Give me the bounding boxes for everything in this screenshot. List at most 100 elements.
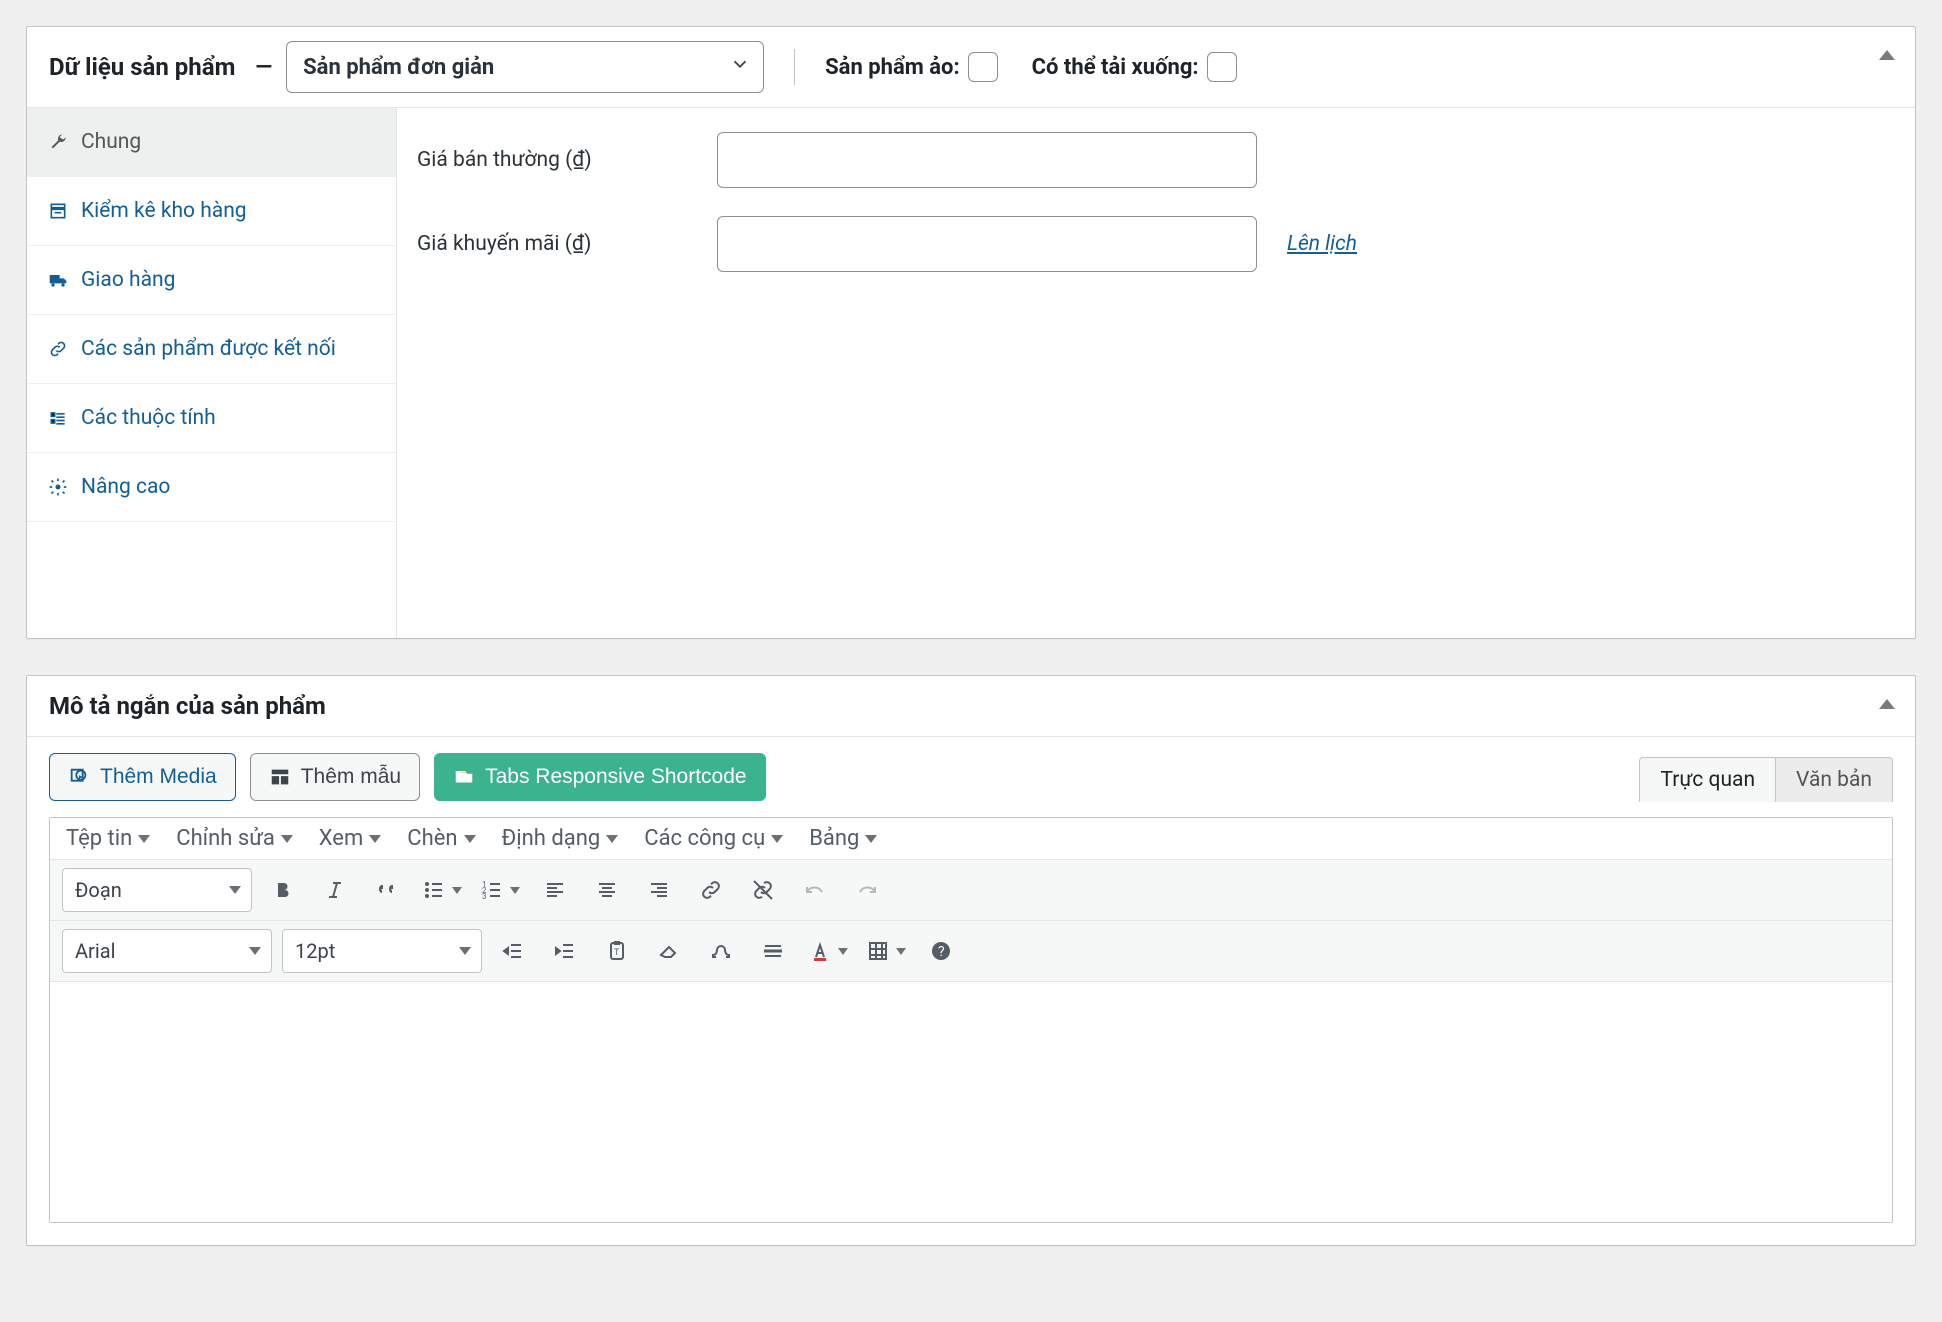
help-button[interactable] [920,930,962,972]
chevron-down-icon [281,835,293,843]
editor-toolbar-1: Đoạn [50,860,1892,921]
add-media-label: Thêm Media [100,765,217,789]
gear-icon [47,477,69,497]
editor-tab-visual[interactable]: Trực quan [1639,757,1775,802]
tabs-shortcode-label: Tabs Responsive Shortcode [485,765,747,789]
tab-shipping-label: Giao hàng [81,268,175,292]
tinymce-editor: Tệp tin Chỉnh sửa Xem Chèn Định dạng Các… [49,817,1893,1223]
font-family-select[interactable]: Arial [62,929,272,973]
menu-table[interactable]: Bảng [809,826,877,851]
paste-text-button[interactable] [596,930,638,972]
font-family-value: Arial [75,939,115,963]
link-button[interactable] [690,869,732,911]
outdent-button[interactable] [492,930,534,972]
triangle-up-icon [1879,699,1895,709]
product-data-tabs: Chung Kiểm kê kho hàng Giao hàng Các sản… [27,108,397,638]
collapse-toggle[interactable] [1869,37,1905,73]
editor-tab-text-label: Văn bản [1796,768,1872,792]
downloadable-checkbox-wrap[interactable]: Có thể tải xuống: [1032,52,1237,82]
schedule-link[interactable]: Lên lịch [1287,232,1357,256]
editor-tab-text[interactable]: Văn bản [1775,757,1893,802]
tabs-icon [453,766,475,788]
font-size-value: 12pt [295,939,335,963]
chevron-down-icon [229,886,241,894]
menu-edit[interactable]: Chỉnh sửa [176,826,293,851]
menu-tools[interactable]: Các công cụ [644,826,783,851]
virtual-checkbox[interactable] [968,52,998,82]
undo-button[interactable] [794,869,836,911]
add-template-button[interactable]: Thêm mẫu [250,753,420,801]
tab-inventory-label: Kiểm kê kho hàng [81,199,247,223]
editor-mode-tabs: Trực quan Văn bản [1639,757,1893,802]
table-button[interactable] [862,930,910,972]
regular-price-input[interactable] [717,132,1257,188]
horizontal-rule-button[interactable] [752,930,794,972]
product-type-select[interactable]: Sản phẩm đơn giản [286,41,764,93]
menu-file[interactable]: Tệp tin [66,826,150,851]
blockquote-button[interactable] [366,869,408,911]
editor-actions-row: Thêm Media Thêm mẫu Tabs Responsive Shor… [27,737,1915,801]
chevron-down-icon [838,948,848,955]
chevron-down-icon [249,947,261,955]
unlink-button[interactable] [742,869,784,911]
product-data-header: Dữ liệu sản phẩm — Sản phẩm đơn giản Sản… [27,27,1915,108]
editor-tab-visual-label: Trực quan [1660,768,1755,792]
tab-linked-label: Các sản phẩm được kết nối [81,337,336,361]
align-left-button[interactable] [534,869,576,911]
menu-view[interactable]: Xem [319,826,381,851]
short-description-title: Mô tả ngắn của sản phẩm [49,692,1893,720]
tabs-shortcode-button[interactable]: Tabs Responsive Shortcode [434,753,766,801]
clear-formatting-button[interactable] [648,930,690,972]
inventory-icon [47,201,69,221]
tab-attributes[interactable]: Các thuộc tính [27,384,396,453]
chevron-down-icon [729,53,751,81]
general-panel: Giá bán thường (₫) Giá khuyến mãi (₫) Lê… [397,108,1915,638]
chevron-down-icon [896,948,906,955]
editor-toolbar-2: Arial 12pt [50,921,1892,982]
add-media-button[interactable]: Thêm Media [49,753,236,801]
regular-price-label: Giá bán thường (₫) [417,148,687,172]
chevron-down-icon [771,835,783,843]
sale-price-input[interactable] [717,216,1257,272]
link-icon [47,339,69,359]
chevron-down-icon [452,887,462,894]
format-select[interactable]: Đoạn [62,868,252,912]
product-type-selected-label: Sản phẩm đơn giản [303,55,494,80]
format-select-value: Đoạn [75,878,122,902]
menu-insert[interactable]: Chèn [407,826,475,851]
special-char-button[interactable] [700,930,742,972]
virtual-checkbox-wrap[interactable]: Sản phẩm ảo: [825,52,998,82]
tab-inventory[interactable]: Kiểm kê kho hàng [27,177,396,246]
italic-button[interactable] [314,869,356,911]
align-center-button[interactable] [586,869,628,911]
wrench-icon [47,132,69,152]
media-icon [68,766,90,788]
menu-format[interactable]: Định dạng [502,826,619,851]
product-data-title: Dữ liệu sản phẩm [49,53,235,81]
tab-advanced-label: Nâng cao [81,475,170,499]
indent-button[interactable] [544,930,586,972]
tab-general[interactable]: Chung [27,108,396,177]
redo-button[interactable] [846,869,888,911]
chevron-down-icon [369,835,381,843]
layout-icon [269,766,291,788]
tab-general-label: Chung [81,130,141,154]
chevron-down-icon [606,835,618,843]
collapse-toggle[interactable] [1869,686,1905,722]
align-right-button[interactable] [638,869,680,911]
tab-shipping[interactable]: Giao hàng [27,246,396,315]
downloadable-checkbox[interactable] [1207,52,1237,82]
font-size-select[interactable]: 12pt [282,929,482,973]
bullet-list-button[interactable] [418,869,466,911]
tab-advanced[interactable]: Nâng cao [27,453,396,522]
numbered-list-button[interactable] [476,869,524,911]
editor-menubar: Tệp tin Chỉnh sửa Xem Chèn Định dạng Các… [50,818,1892,860]
truck-icon [47,270,69,290]
bold-button[interactable] [262,869,304,911]
editor-content-area[interactable] [50,982,1892,1222]
triangle-up-icon [1879,50,1895,60]
text-color-button[interactable] [804,930,852,972]
chevron-down-icon [865,835,877,843]
tab-linked[interactable]: Các sản phẩm được kết nối [27,315,396,384]
chevron-down-icon [138,835,150,843]
